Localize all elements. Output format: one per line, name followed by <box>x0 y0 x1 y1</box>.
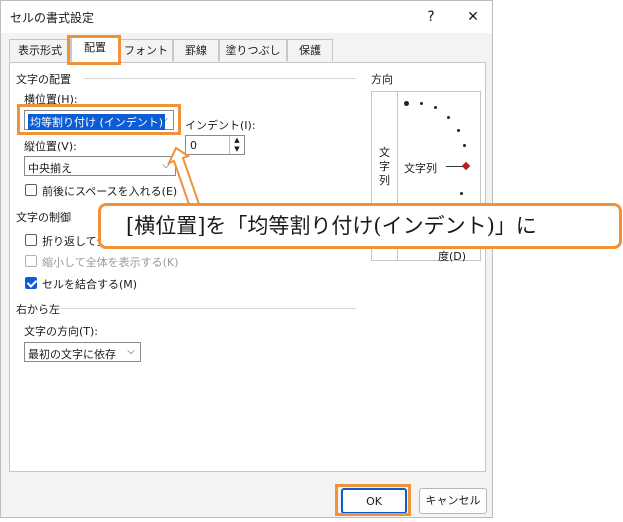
callout-arrow-shape <box>167 146 202 212</box>
callout-arrow <box>167 146 202 212</box>
instruction-callout: [横位置]を「均等割り付け(インデント)」に <box>98 203 622 249</box>
